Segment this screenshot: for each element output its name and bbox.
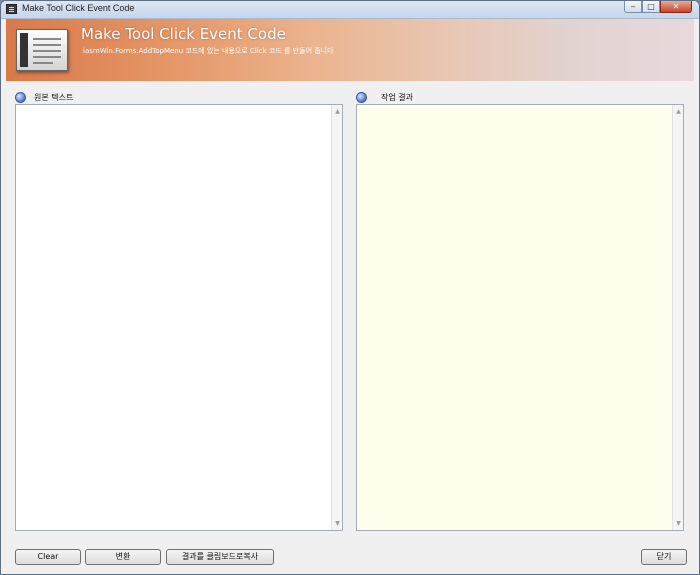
- result-textbox[interactable]: ▲ ▼: [356, 104, 684, 531]
- clear-button[interactable]: Clear: [15, 549, 81, 565]
- title-bar[interactable]: Make Tool Click Event Code ‒ □ ✕: [1, 1, 699, 19]
- info-bullet-icon: [15, 92, 26, 103]
- header-banner: Make Tool Click Event Code iasmWin.Forms…: [6, 19, 694, 81]
- scroll-down-icon[interactable]: ▼: [333, 519, 342, 528]
- result-label: 작업 결과: [381, 93, 413, 102]
- source-scrollbar[interactable]: ▲ ▼: [331, 105, 342, 530]
- close-window-button[interactable]: ✕: [660, 1, 692, 13]
- close-button[interactable]: 닫기: [641, 549, 687, 565]
- source-label: 원본 텍스트: [34, 93, 74, 102]
- window-controls: ‒ □ ✕: [624, 1, 692, 14]
- window-title: Make Tool Click Event Code: [22, 3, 135, 13]
- scroll-up-icon[interactable]: ▲: [674, 107, 683, 116]
- maximize-button[interactable]: □: [642, 1, 660, 13]
- info-bullet-icon: [356, 92, 367, 103]
- scroll-up-icon[interactable]: ▲: [333, 107, 342, 116]
- minimize-button[interactable]: ‒: [624, 1, 642, 13]
- app-icon[interactable]: [6, 4, 17, 14]
- banner-title: Make Tool Click Event Code: [81, 25, 286, 43]
- result-scrollbar[interactable]: ▲ ▼: [672, 105, 683, 530]
- scroll-down-icon[interactable]: ▼: [674, 519, 683, 528]
- copy-to-clipboard-button[interactable]: 결과를 클립보드로복사: [166, 549, 274, 565]
- document-icon: [16, 29, 68, 71]
- app-window: Make Tool Click Event Code ‒ □ ✕ Make To…: [0, 0, 700, 575]
- source-textbox[interactable]: ▲ ▼: [15, 104, 343, 531]
- banner-subtitle: iasmWin.Forms.AddTopMenu 코드에 있는 내용으로 Cli…: [83, 47, 334, 55]
- convert-button[interactable]: 변환: [85, 549, 161, 565]
